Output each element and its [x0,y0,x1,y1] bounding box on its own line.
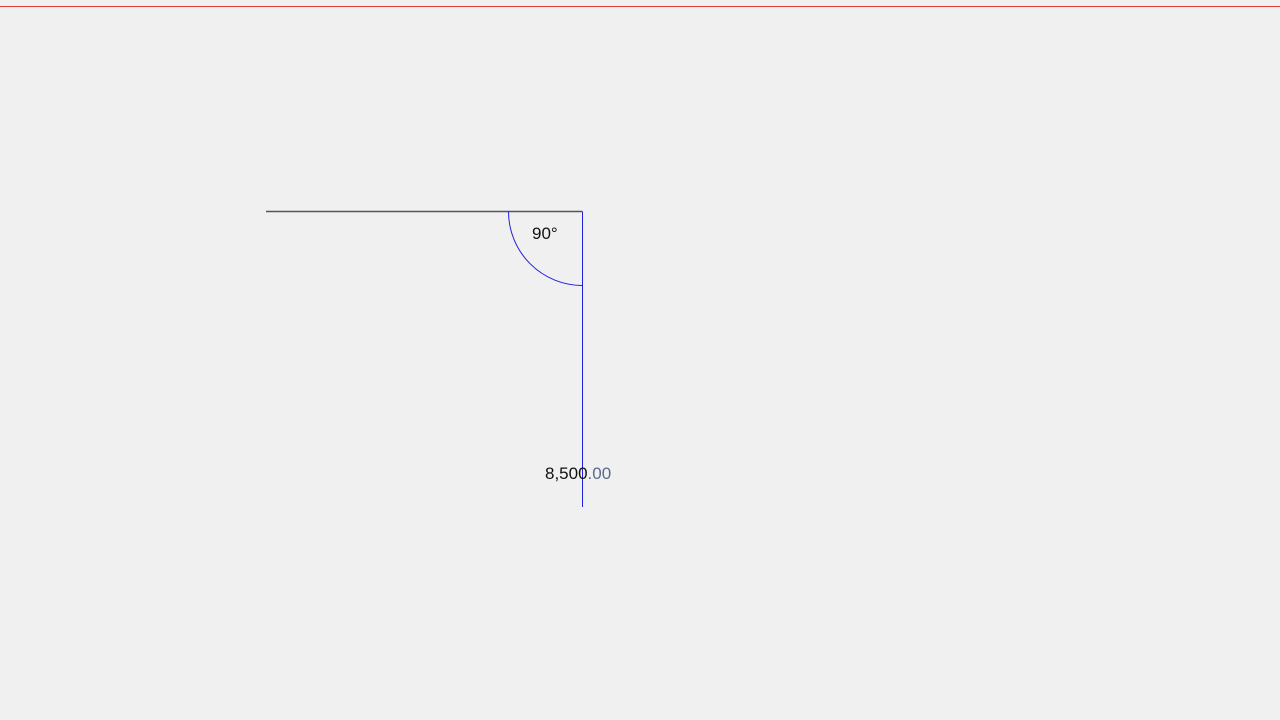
angle-label: 90° [532,224,558,243]
drawing-canvas[interactable]: 90° 8,500.00 [0,0,1280,720]
length-label: 8,500.00 [545,464,611,483]
length-decimal: .00 [588,464,612,483]
length-integer: 8,500 [545,464,588,483]
angle-arc [508,211,583,286]
